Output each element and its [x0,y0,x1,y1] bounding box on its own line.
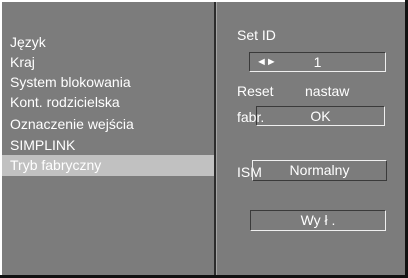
menu-item-factory-mode[interactable]: Tryb fabryczny [2,155,214,176]
ok-label: OK [310,108,331,124]
menu-item-language[interactable]: Język [2,32,214,53]
panel-divider-highlight [216,2,217,275]
menu-item-country[interactable]: Kraj [2,52,214,73]
settings-menu-list: Język Kraj System blokowania Kont. rodzi… [2,2,214,275]
ism-mode-value: Normalny [289,162,350,178]
ism-mode-selector[interactable]: Normalny [252,160,387,181]
reset-ok-button[interactable]: OK [256,106,385,126]
reset-settings-label: nastaw [305,83,350,99]
set-id-label: Set ID [237,27,276,43]
left-right-arrows-icon: ◄► [256,56,277,68]
menu-item-parental-control[interactable]: Kont. rodzicielska [2,92,214,113]
off-label: Wy ł . [300,212,336,228]
factory-mode-osd: Język Kraj System blokowania Kont. rodzi… [0,0,408,278]
menu-item-lock-system[interactable]: System blokowania [2,72,214,93]
reset-label: Reset [237,83,274,99]
set-id-value: 1 [313,54,322,70]
menu-item-simplink[interactable]: SIMPLINK [2,135,214,156]
off-button[interactable]: Wy ł . [250,210,386,231]
set-id-selector[interactable]: ◄► 1 [249,52,386,72]
menu-item-input-label[interactable]: Oznaczenie wejścia [2,114,214,135]
